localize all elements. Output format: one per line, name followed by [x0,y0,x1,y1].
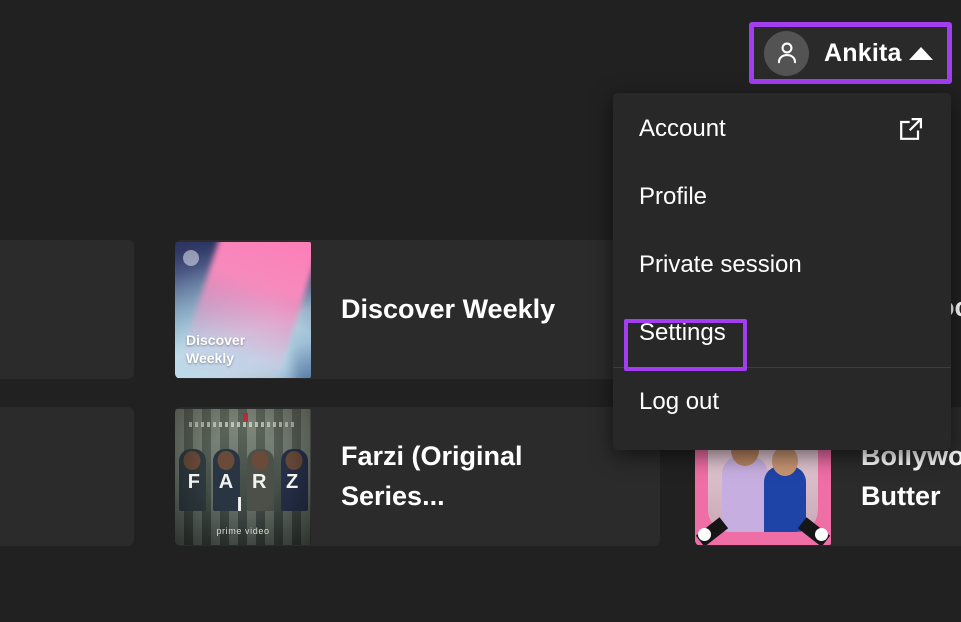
chevron-up-icon[interactable] [909,46,933,60]
spotify-app-screen: Discover Weekly Discover Weekly F A R Z … [0,0,961,622]
art-figure-man [722,429,768,532]
cover-art-caption-line2: Weekly [186,349,234,366]
card-placeholder-left-top[interactable] [0,240,134,379]
user-menu-button[interactable]: Ankita [749,22,952,84]
person-avatar-icon [764,30,809,76]
menu-item-settings[interactable]: Settings [613,299,951,367]
card-title-discover-weekly: Discover Weekly [341,293,556,324]
menu-item-log-out-label: Log out [639,388,720,415]
menu-item-log-out[interactable]: Log out [613,368,951,436]
card-title-farzi-line2: Series... [341,480,445,511]
art-star-bottom-right [815,527,828,541]
farzi-cover-art: F A R Z I prime video [175,408,311,545]
user-name-label: Ankita [824,38,902,67]
discover-weekly-cover-art: Discover Weekly [175,241,311,378]
card-title-farzi-line1: Farzi (Original [341,441,523,472]
card-farzi[interactable]: F A R Z I prime video Farzi (Original Se… [175,407,660,546]
user-dropdown-menu: Account Profile Private session Settings… [613,93,951,450]
card-title-farzi: Farzi (Original Series... [341,437,523,515]
menu-item-private-session-label: Private session [639,251,802,278]
art-figure-woman [764,441,806,532]
menu-item-profile[interactable]: Profile [613,163,951,231]
art-star-bottom-left [698,527,711,541]
menu-item-private-session[interactable]: Private session [613,231,951,299]
cover-art-caption: Discover Weekly [186,332,245,368]
spotify-logo-icon [183,249,199,266]
cover-art-caption-line1: Discover [186,331,246,348]
card-discover-weekly[interactable]: Discover Weekly Discover Weekly [175,240,660,379]
menu-item-account-label: Account [639,115,726,142]
art-prime-video-logo: prime video [216,525,270,536]
menu-item-account[interactable]: Account [613,95,951,163]
card-placeholder-left-bottom[interactable] [0,407,134,546]
card-title-bollywood-line2: Butter [861,480,941,511]
art-wordmark-farzi: F A R Z I [187,470,306,516]
menu-item-settings-label: Settings [639,319,726,346]
menu-item-profile-label: Profile [639,183,708,210]
external-link-icon [897,115,925,143]
